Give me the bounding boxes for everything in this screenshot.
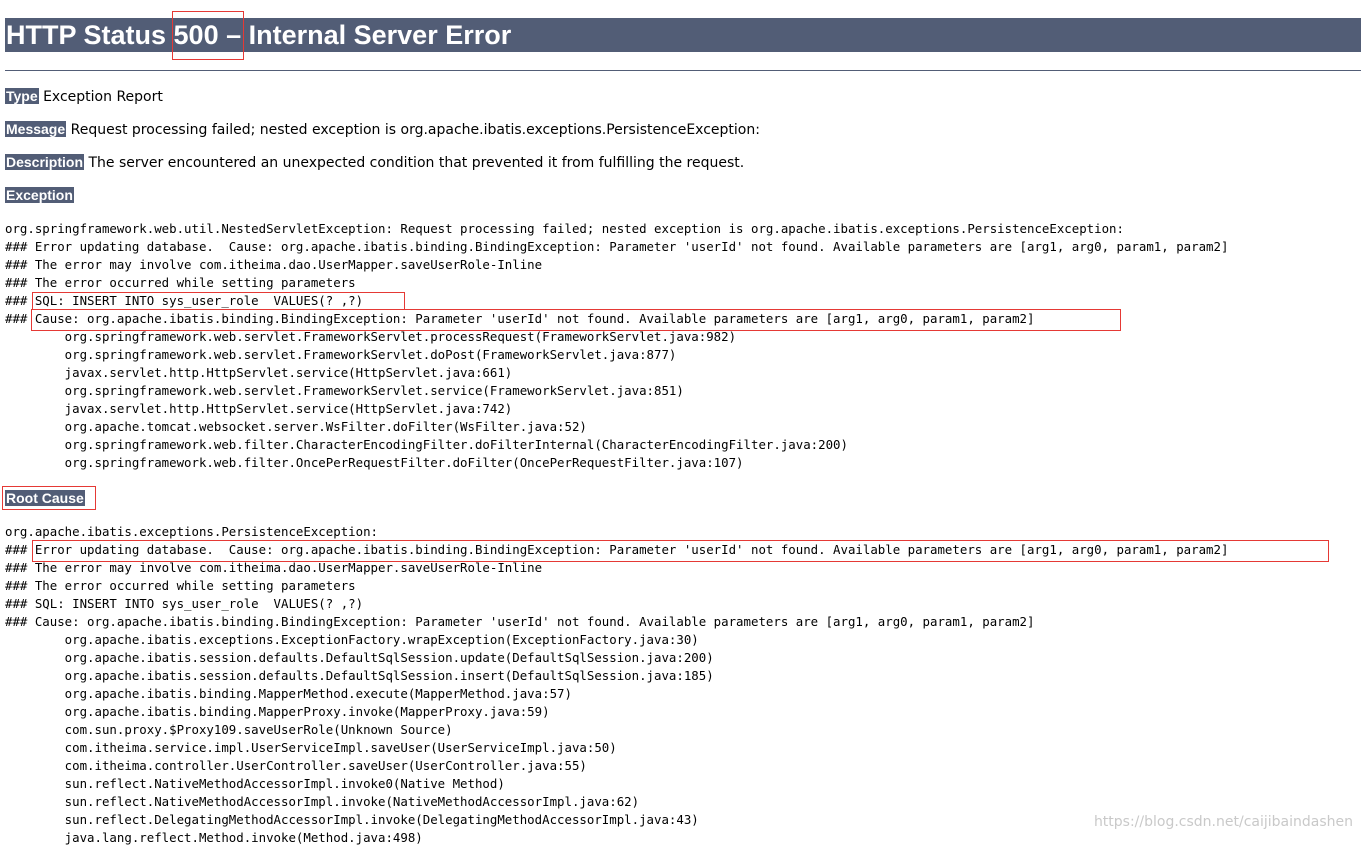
- status-code: 500: [173, 20, 219, 50]
- trace-line: sun.reflect.DelegatingMethodAccessorImpl…: [5, 812, 699, 827]
- trace-line: ### SQL: INSERT INTO sys_user_role VALUE…: [5, 596, 364, 611]
- trace-line: ### The error occurred while setting par…: [5, 578, 356, 593]
- trace-line: javax.servlet.http.HttpServlet.service(H…: [5, 365, 513, 380]
- trace-line: ### Error updating database. Cause: org.…: [5, 239, 1229, 254]
- trace-line: org.apache.ibatis.binding.MapperProxy.in…: [5, 704, 550, 719]
- trace-line: org.springframework.web.filter.OncePerRe…: [5, 455, 744, 470]
- trace-line: ### Error updating database. Cause: org.…: [5, 542, 1229, 557]
- trace-line: org.apache.tomcat.websocket.server.WsFil…: [5, 419, 587, 434]
- trace-line: ### The error may involve com.itheima.da…: [5, 257, 543, 272]
- trace-line: ### SQL: INSERT INTO sys_user_role VALUE…: [5, 293, 364, 308]
- description-row: Description The server encountered an un…: [5, 153, 744, 172]
- trace-line: com.itheima.controller.UserController.sa…: [5, 758, 587, 773]
- trace-line: sun.reflect.NativeMethodAccessorImpl.inv…: [5, 794, 640, 809]
- title-prefix: HTTP Status: [6, 20, 174, 50]
- trace-line: org.apache.ibatis.session.defaults.Defau…: [5, 650, 714, 665]
- trace-line: ### The error occurred while setting par…: [5, 275, 356, 290]
- type-label: Type: [5, 88, 39, 104]
- trace-line: ### Cause: org.apache.ibatis.binding.Bin…: [5, 614, 1035, 629]
- trace-line: com.itheima.service.impl.UserServiceImpl…: [5, 740, 617, 755]
- root-cause-stacktrace: org.apache.ibatis.exceptions.Persistence…: [5, 523, 1228, 847]
- trace-line: ### The error may involve com.itheima.da…: [5, 560, 543, 575]
- trace-line: org.apache.ibatis.exceptions.Persistence…: [5, 524, 378, 539]
- watermark: https://blog.csdn.net/caijibaindashen: [1093, 814, 1353, 830]
- trace-line: java.lang.reflect.Method.invoke(Method.j…: [5, 830, 423, 845]
- trace-line: org.springframework.web.servlet.Framewor…: [5, 347, 677, 362]
- description-label: Description: [5, 154, 85, 170]
- exception-heading: Exception: [5, 186, 74, 205]
- trace-line: javax.servlet.http.HttpServlet.service(H…: [5, 401, 513, 416]
- trace-line: org.springframework.web.util.NestedServl…: [5, 221, 1124, 236]
- trace-line: com.sun.proxy.$Proxy109.saveUserRole(Unk…: [5, 722, 453, 737]
- trace-line: org.springframework.web.servlet.Framewor…: [5, 329, 737, 344]
- trace-line: sun.reflect.NativeMethodAccessorImpl.inv…: [5, 776, 505, 791]
- exception-label: Exception: [5, 187, 74, 203]
- divider: [5, 70, 1361, 71]
- trace-line: org.apache.ibatis.binding.MapperMethod.e…: [5, 686, 572, 701]
- message-label: Message: [5, 121, 67, 137]
- trace-line: org.apache.ibatis.exceptions.ExceptionFa…: [5, 632, 699, 647]
- description-value: The server encountered an unexpected con…: [84, 155, 745, 171]
- trace-line: org.springframework.web.servlet.Framewor…: [5, 383, 684, 398]
- exception-stacktrace: org.springframework.web.util.NestedServl…: [5, 220, 1228, 472]
- trace-line: ### Cause: org.apache.ibatis.binding.Bin…: [5, 311, 1035, 326]
- trace-line: org.apache.ibatis.session.defaults.Defau…: [5, 668, 714, 683]
- type-row: Type Exception Report: [5, 87, 163, 106]
- error-page: HTTP Status 500 – Internal Server Error …: [0, 0, 1361, 845]
- trace-line: org.springframework.web.filter.Character…: [5, 437, 848, 452]
- message-value: Request processing failed; nested except…: [66, 122, 760, 138]
- root-cause-heading: Root Cause: [5, 489, 85, 508]
- message-row: Message Request processing failed; neste…: [5, 120, 760, 139]
- page-title: HTTP Status 500 – Internal Server Error: [5, 18, 1361, 52]
- type-value: Exception Report: [38, 89, 163, 105]
- title-suffix: – Internal Server Error: [218, 20, 512, 50]
- root-cause-label: Root Cause: [5, 490, 85, 506]
